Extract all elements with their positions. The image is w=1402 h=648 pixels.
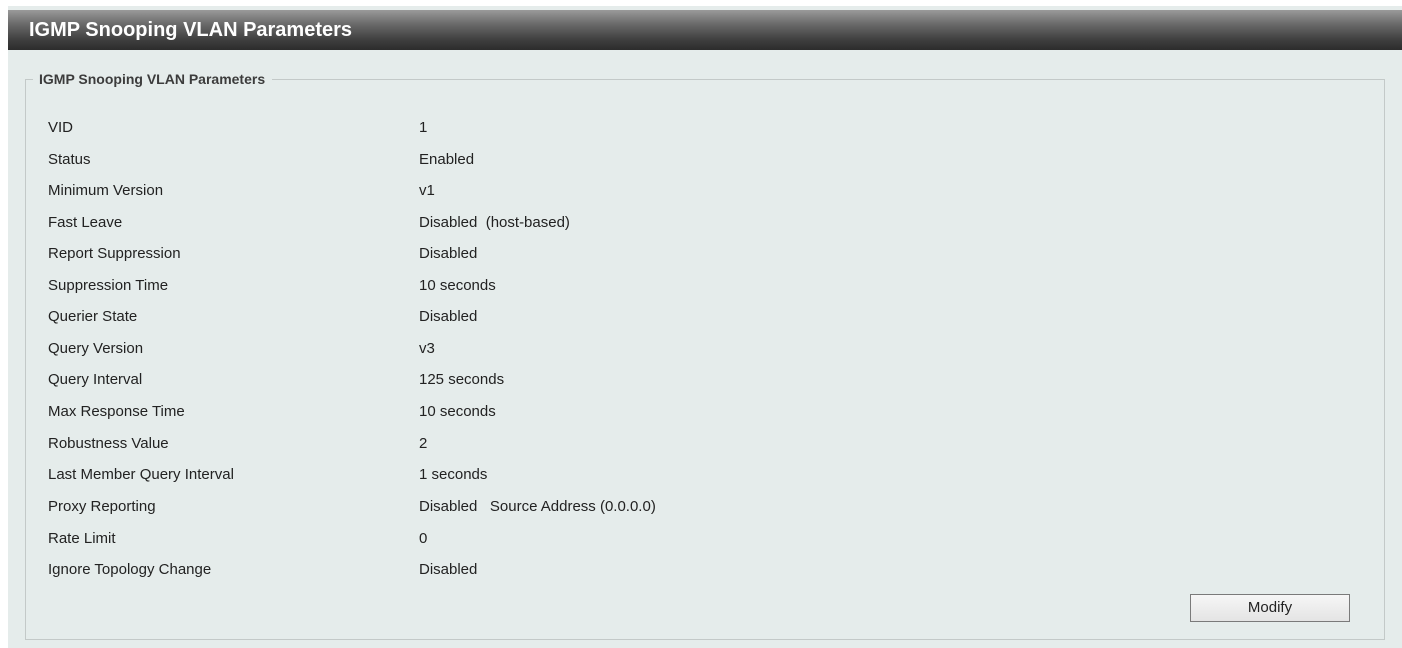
param-extra: (host-based) — [485, 214, 570, 231]
param-label: Minimum Version — [48, 182, 164, 199]
param-row-robustness-value: Robustness Value 2 — [48, 434, 1048, 454]
param-label: Fast Leave — [48, 214, 123, 231]
param-value: 2 — [419, 435, 428, 452]
param-row-proxy-reporting: Proxy Reporting Disabled Source Address … — [48, 497, 1048, 517]
param-label: Robustness Value — [48, 435, 169, 452]
param-value: Disabled — [419, 561, 478, 578]
param-label: Proxy Reporting — [48, 498, 156, 515]
param-label: VID — [48, 119, 74, 136]
param-value: Disabled — [419, 308, 478, 325]
param-label: Report Suppression — [48, 245, 181, 262]
page-title: IGMP Snooping VLAN Parameters — [29, 19, 353, 41]
title-bar: IGMP Snooping VLAN Parameters — [8, 10, 1402, 50]
modify-button[interactable]: Modify — [1190, 594, 1350, 622]
param-row-minimum-version: Minimum Version v1 — [48, 181, 1048, 201]
parameters-fieldset: IGMP Snooping VLAN Parameters VID 1 Stat… — [25, 71, 1385, 640]
param-value: v3 — [419, 340, 435, 357]
param-row-rate-limit: Rate Limit 0 — [48, 529, 1048, 549]
param-value: 125 seconds — [419, 371, 505, 388]
param-value: 1 — [419, 119, 428, 136]
param-value: 1 seconds — [419, 466, 488, 483]
param-label: Max Response Time — [48, 403, 185, 420]
param-value: 0 — [419, 530, 428, 547]
param-row-status: Status Enabled — [48, 150, 1048, 170]
param-value: Disabled (host-based) — [419, 214, 570, 231]
param-label: Query Version — [48, 340, 144, 357]
param-label: Suppression Time — [48, 277, 169, 294]
param-value: Enabled — [419, 151, 475, 168]
param-row-fast-leave: Fast Leave Disabled (host-based) — [48, 213, 1048, 233]
param-label: Status — [48, 151, 91, 168]
param-label: Rate Limit — [48, 530, 116, 547]
param-label: Ignore Topology Change — [48, 561, 212, 578]
param-row-max-response-time: Max Response Time 10 seconds — [48, 402, 1048, 422]
param-row-ignore-topology-change: Ignore Topology Change Disabled — [48, 560, 1048, 580]
param-row-query-interval: Query Interval 125 seconds — [48, 370, 1048, 390]
fieldset-legend: IGMP Snooping VLAN Parameters — [33, 71, 273, 88]
param-row-querier-state: Querier State Disabled — [48, 307, 1048, 327]
param-row-report-suppression: Report Suppression Disabled — [48, 244, 1048, 264]
param-row-suppression-time: Suppression Time 10 seconds — [48, 276, 1048, 296]
param-value: 10 seconds — [419, 403, 496, 420]
param-value: v1 — [419, 182, 435, 199]
param-label: Query Interval — [48, 371, 143, 388]
param-value: Disabled Source Address (0.0.0.0) — [419, 498, 656, 515]
param-value: Disabled — [419, 245, 478, 262]
param-label: Last Member Query Interval — [48, 466, 234, 483]
igmp-vlan-parameters-window: IGMP Snooping VLAN Parameters IGMP Snoop… — [8, 6, 1402, 648]
param-row-query-version: Query Version v3 — [48, 339, 1048, 359]
param-label: Querier State — [48, 308, 138, 325]
param-value: 10 seconds — [419, 277, 496, 294]
param-row-last-member-query-interval: Last Member Query Interval 1 seconds — [48, 465, 1048, 485]
param-extra: Source Address (0.0.0.0) — [489, 498, 656, 515]
param-row-vid: VID 1 — [48, 118, 1048, 138]
